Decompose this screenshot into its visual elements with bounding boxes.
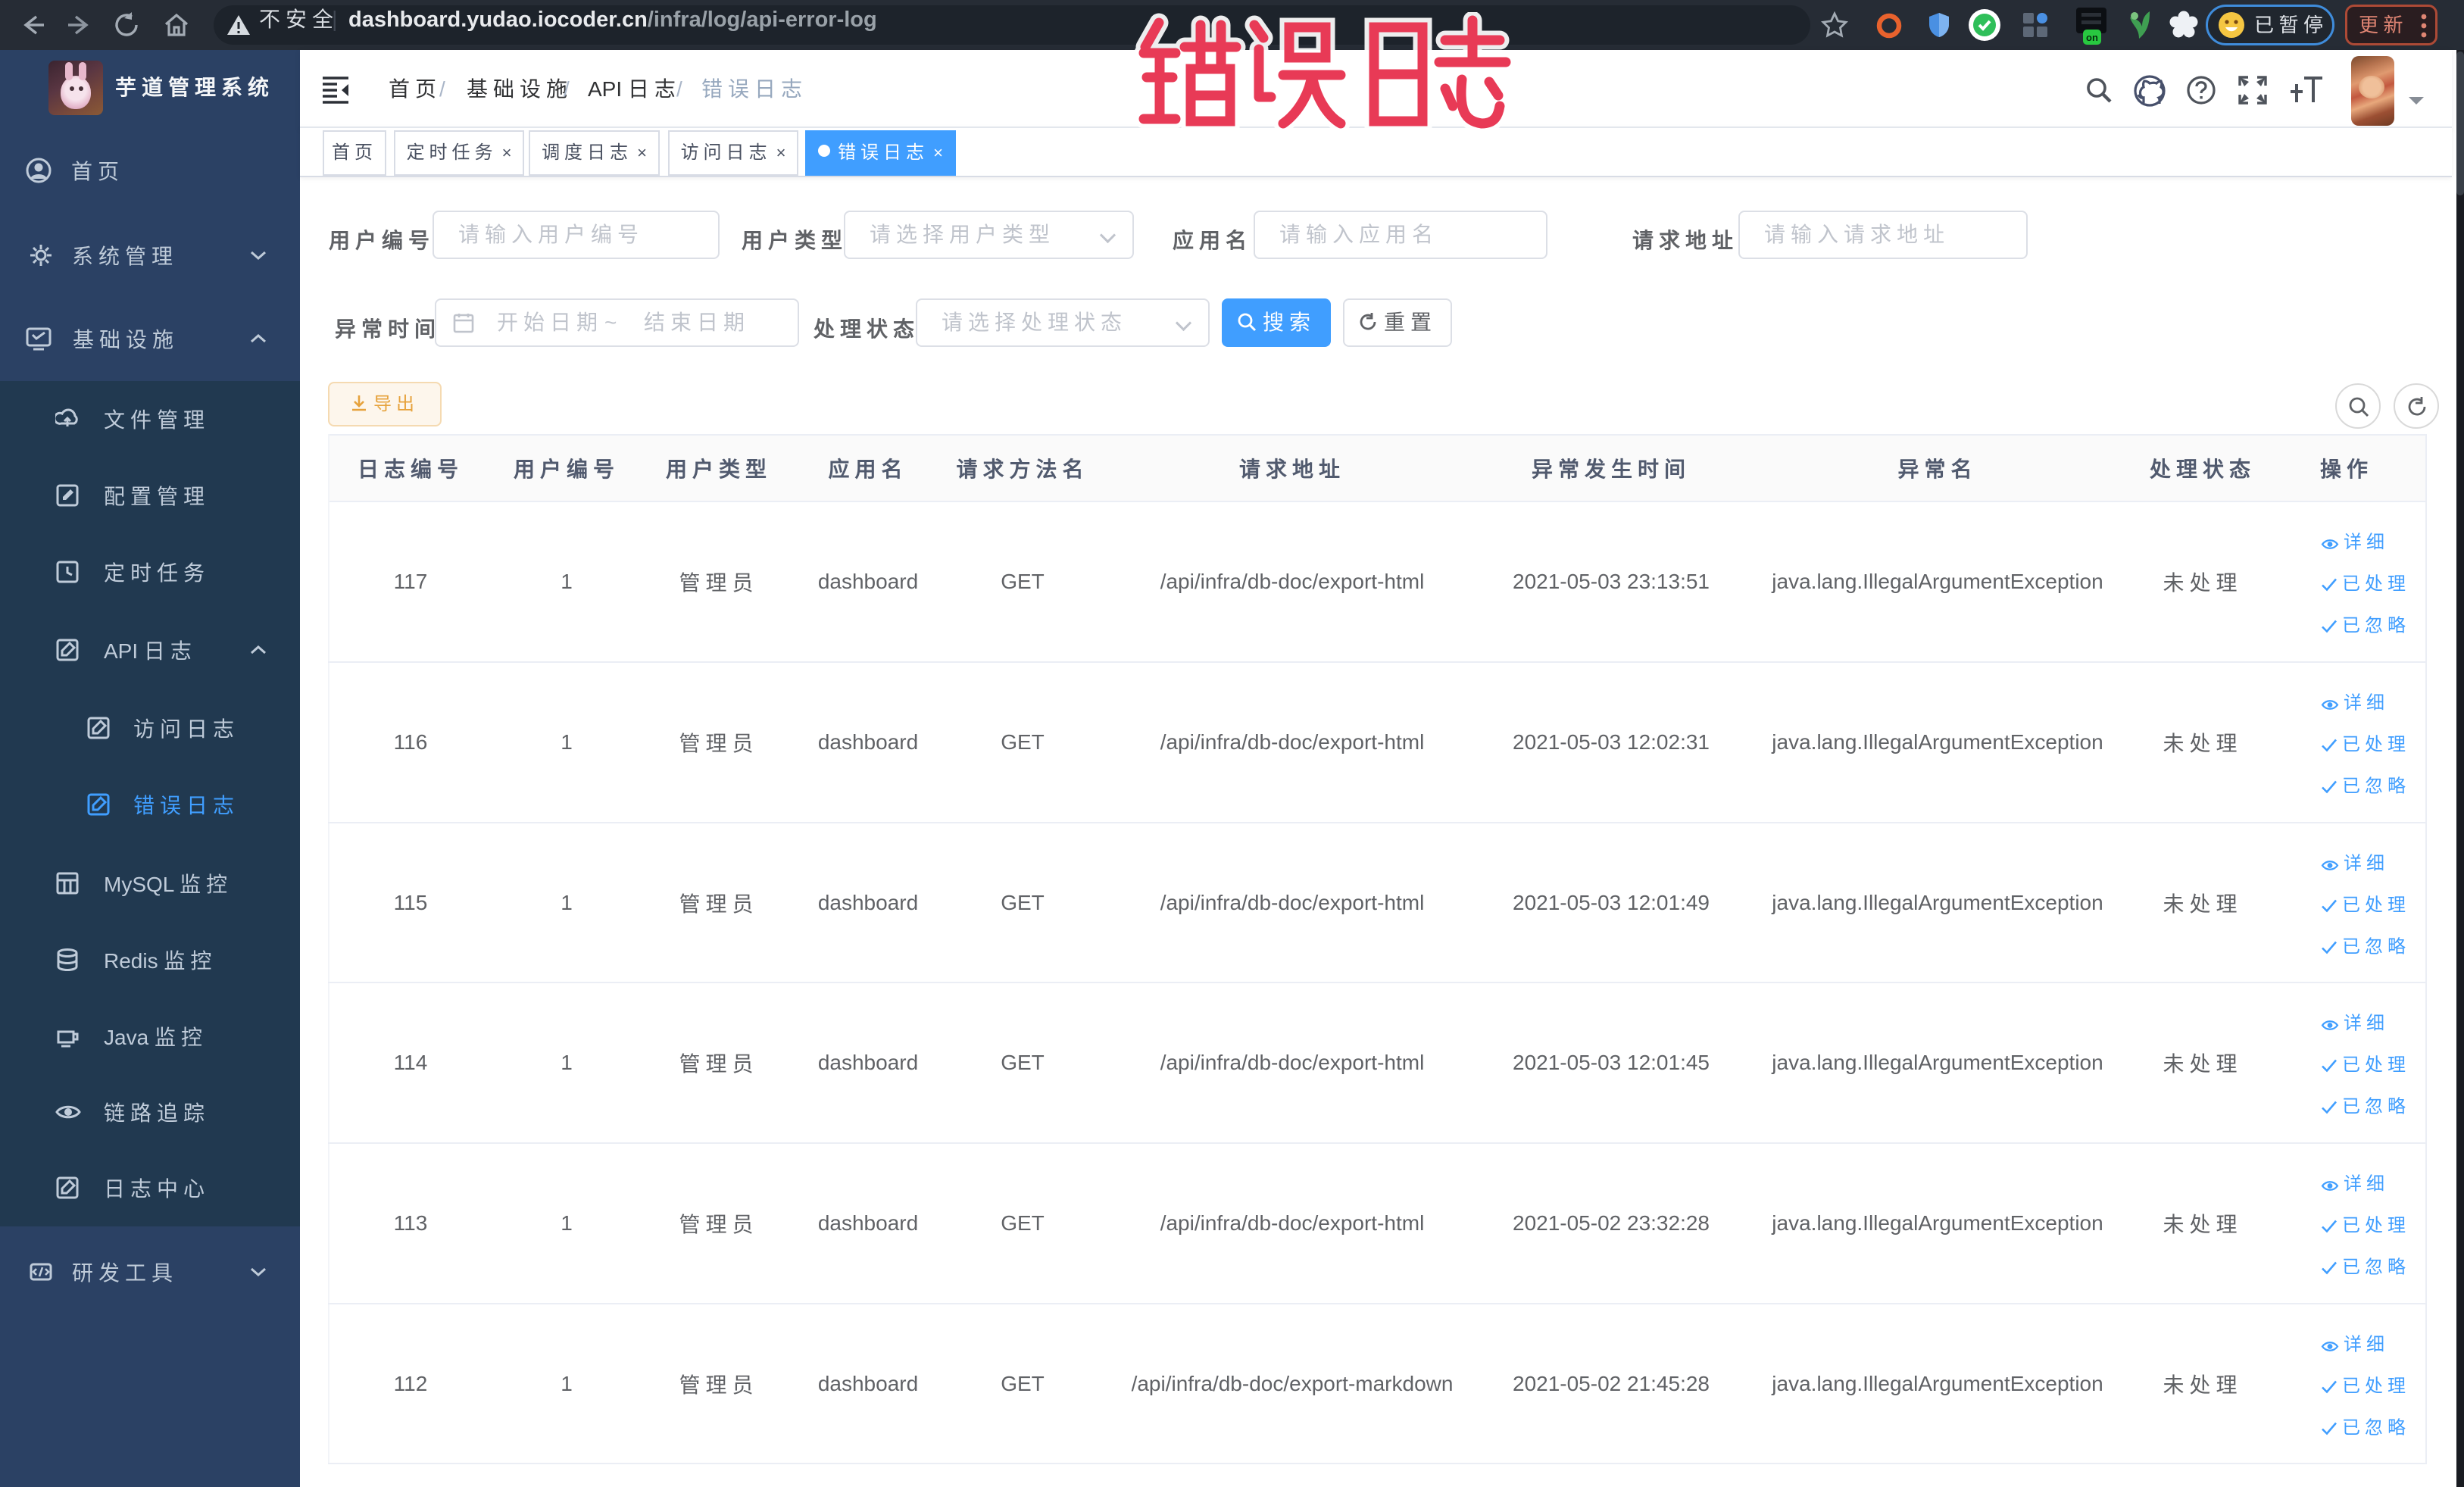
svg-text:on: on [2086, 32, 2098, 43]
